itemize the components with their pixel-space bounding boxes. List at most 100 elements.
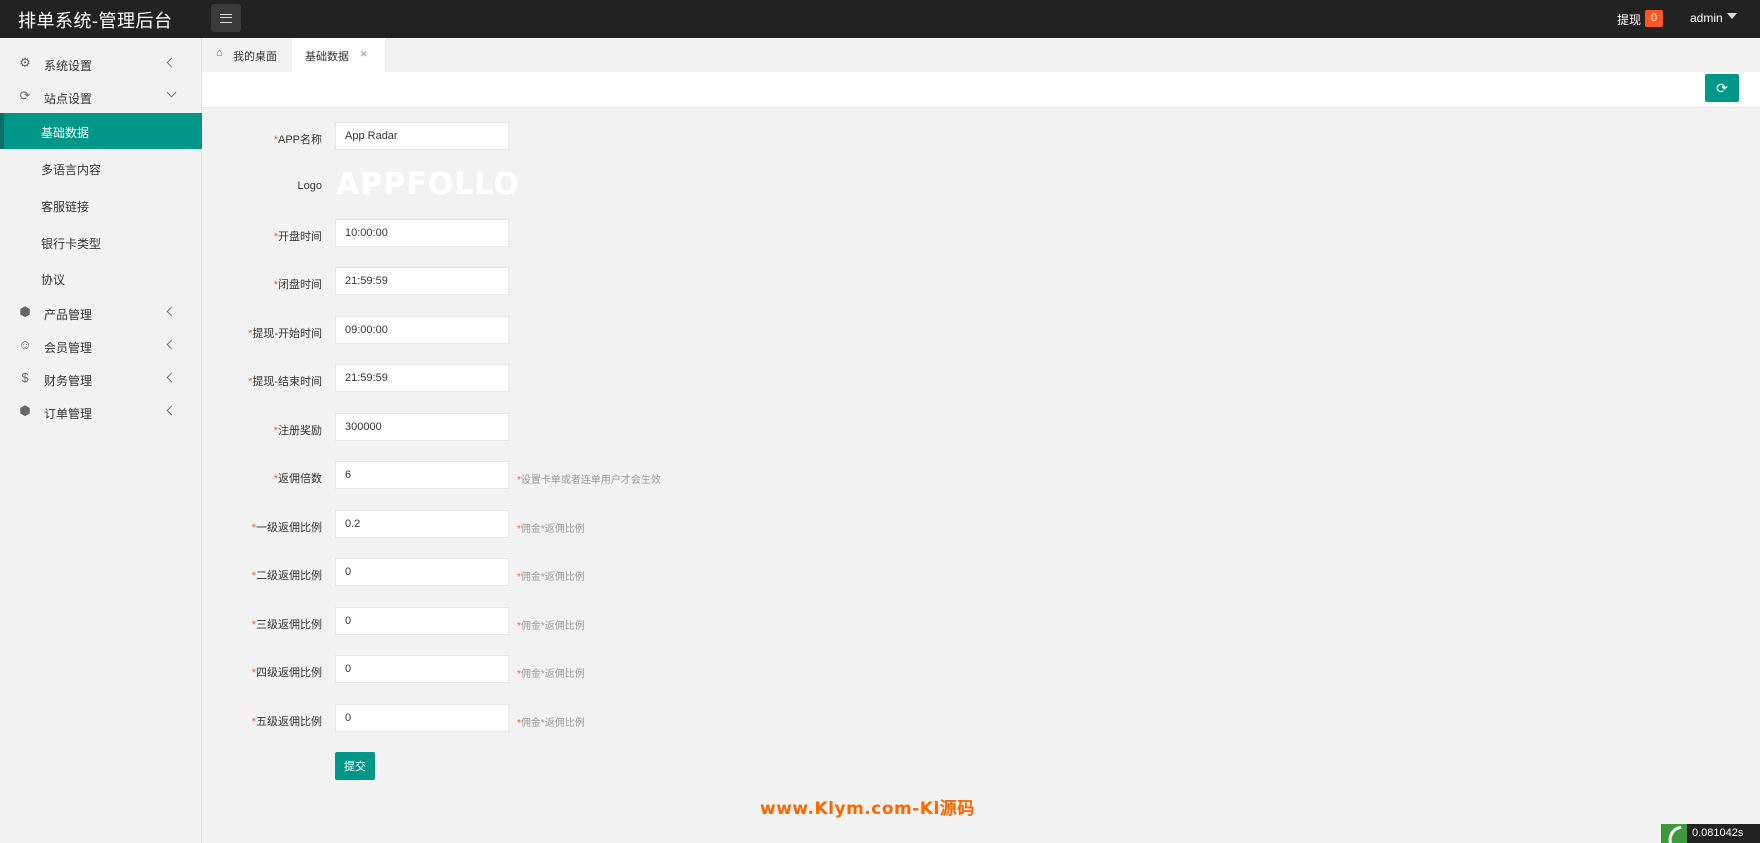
sidebar-item-finance[interactable]: $ 财务管理 xyxy=(0,363,202,395)
field-label: *提现-开始时间 xyxy=(248,328,322,340)
sidebar-subitem-service-link[interactable]: 客服链接 xyxy=(0,187,202,223)
debug-logo-icon xyxy=(1661,824,1687,843)
debug-timer: 0.081042s xyxy=(1661,824,1760,843)
refresh-icon: ⟳ xyxy=(1716,79,1728,96)
register-bonus-input[interactable] xyxy=(335,413,509,441)
sidebar-subitem-label: 多语言内容 xyxy=(41,163,102,177)
open-time-input[interactable] xyxy=(335,219,509,247)
form-row-level3-ratio: *三级返佣比例 *佣金*返佣比例 xyxy=(202,607,1102,637)
form-row-logo: Logo APPFOLLO xyxy=(202,167,1102,202)
sidebar-item-products[interactable]: ⬢ 产品管理 xyxy=(0,297,202,329)
form-row-open-time: *开盘时间 xyxy=(202,219,1102,249)
field-tip: *设置卡单或者连单用户才会生效 xyxy=(517,475,661,486)
sidebar-subitem-agreement[interactable]: 协议 xyxy=(0,260,202,296)
site-icon: ⟳ xyxy=(19,88,31,103)
sidebar-subitem-multilang[interactable]: 多语言内容 xyxy=(0,150,202,186)
field-label: *闭盘时间 xyxy=(273,279,322,291)
sidebar-item-label: 订单管理 xyxy=(44,407,93,421)
user-menu[interactable]: admin xyxy=(1690,11,1723,25)
box-icon: ⬢ xyxy=(19,403,31,418)
level5-ratio-input[interactable] xyxy=(335,704,509,732)
chevron-left-icon xyxy=(166,339,177,350)
field-label: *二级返佣比例 xyxy=(251,570,322,582)
app-name-input[interactable] xyxy=(335,122,509,150)
form-row-level4-ratio: *四级返佣比例 *佣金*返佣比例 xyxy=(202,655,1102,685)
tab-bar: ⌂ 我的桌面 基础数据 × xyxy=(202,38,1760,72)
level1-ratio-input[interactable] xyxy=(335,510,509,538)
watermark-text: www.Klym.com-Kl源码 xyxy=(760,799,975,819)
sidebar-item-label: 财务管理 xyxy=(44,374,93,388)
withdraw-link[interactable]: 提现 xyxy=(1617,11,1641,28)
submit-button[interactable]: 提交 xyxy=(335,752,375,780)
withdraw-start-input[interactable] xyxy=(335,316,509,344)
tab-label: 基础数据 xyxy=(305,51,349,63)
withdraw-end-input[interactable] xyxy=(335,364,509,392)
form-row-register-bonus: *注册奖励 xyxy=(202,413,1102,443)
field-label: *三级返佣比例 xyxy=(251,619,322,631)
sidebar-item-orders[interactable]: ⬢ 订单管理 xyxy=(0,396,202,428)
level3-ratio-input[interactable] xyxy=(335,607,509,635)
app-title: 排单系统-管理后台 xyxy=(18,11,173,31)
withdraw-count-badge: 0 xyxy=(1645,10,1663,27)
form-row-app-name: *APP名称 xyxy=(202,122,1102,152)
refresh-button[interactable]: ⟳ xyxy=(1705,74,1739,102)
tab-label: 我的桌面 xyxy=(233,51,277,63)
sidebar-item-members[interactable]: ☺ 会员管理 xyxy=(0,330,202,362)
sidebar: ⚙ 系统设置 ⟳ 站点设置 基础数据 多语言内容 客服链接 银行卡类型 协议 ⬢… xyxy=(0,38,202,843)
form-row-level2-ratio: *二级返佣比例 *佣金*返佣比例 xyxy=(202,558,1102,588)
top-header: 排单系统-管理后台 提现 0 admin xyxy=(0,0,1760,38)
chevron-left-icon xyxy=(166,372,177,383)
sidebar-item-site-settings[interactable]: ⟳ 站点设置 xyxy=(0,81,202,113)
chevron-down-icon xyxy=(166,87,177,98)
close-time-input[interactable] xyxy=(335,267,509,295)
menu-toggle-button[interactable] xyxy=(211,4,241,32)
field-label: Logo xyxy=(297,180,322,192)
chevron-left-icon xyxy=(166,405,177,416)
menu-icon xyxy=(220,13,232,23)
form-row-commission-multiple: *返佣倍数 *设置卡单或者连单用户才会生效 xyxy=(202,461,1102,491)
user-icon: ☺ xyxy=(18,337,32,352)
sidebar-subitem-label: 客服链接 xyxy=(41,200,90,214)
timer-value: 0.081042s xyxy=(1687,824,1760,843)
caret-down-icon[interactable] xyxy=(1727,13,1737,19)
dollar-icon: $ xyxy=(21,370,29,385)
chevron-left-icon xyxy=(166,57,177,68)
content-toolbar: ⟳ xyxy=(202,72,1760,108)
sidebar-item-label: 会员管理 xyxy=(44,341,93,355)
field-label: *注册奖励 xyxy=(273,425,322,437)
form-row-level5-ratio: *五级返佣比例 *佣金*返佣比例 xyxy=(202,704,1102,734)
level4-ratio-input[interactable] xyxy=(335,655,509,683)
tab-my-desktop[interactable]: ⌂ 我的桌面 xyxy=(202,38,290,72)
logo-image[interactable]: APPFOLLO xyxy=(336,167,520,202)
sidebar-subitem-basic-data[interactable]: 基础数据 xyxy=(0,113,202,149)
commission-multiple-input[interactable] xyxy=(335,461,509,489)
box-icon: ⬢ xyxy=(19,304,31,319)
sidebar-item-label: 系统设置 xyxy=(44,59,93,73)
field-tip: *佣金*返佣比例 xyxy=(517,572,585,583)
gear-icon: ⚙ xyxy=(19,55,31,70)
field-tip: *佣金*返佣比例 xyxy=(517,621,585,632)
sidebar-subitem-bankcard-type[interactable]: 银行卡类型 xyxy=(0,224,202,260)
field-label: *返佣倍数 xyxy=(273,473,322,485)
form-row-close-time: *闭盘时间 xyxy=(202,267,1102,297)
form-row-withdraw-start: *提现-开始时间 xyxy=(202,316,1102,346)
field-label: *四级返佣比例 xyxy=(251,667,322,679)
form-row-withdraw-end: *提现-结束时间 xyxy=(202,364,1102,394)
sidebar-subitem-label: 银行卡类型 xyxy=(41,237,102,251)
close-icon[interactable]: × xyxy=(360,47,368,60)
form-row-level1-ratio: *一级返佣比例 *佣金*返佣比例 xyxy=(202,510,1102,540)
chevron-left-icon xyxy=(166,306,177,317)
field-label: *开盘时间 xyxy=(273,231,322,243)
home-icon: ⌂ xyxy=(216,47,223,59)
field-label: *一级返佣比例 xyxy=(251,522,322,534)
field-tip: *佣金*返佣比例 xyxy=(517,669,585,680)
sidebar-item-system-settings[interactable]: ⚙ 系统设置 xyxy=(0,48,202,80)
sidebar-subitem-label: 基础数据 xyxy=(41,126,90,140)
field-label: *提现-结束时间 xyxy=(248,376,322,388)
sidebar-subitem-label: 协议 xyxy=(41,273,66,287)
level2-ratio-input[interactable] xyxy=(335,558,509,586)
tab-basic-data[interactable]: 基础数据 × xyxy=(292,38,385,72)
sidebar-item-label: 站点设置 xyxy=(44,92,93,106)
field-tip: *佣金*返佣比例 xyxy=(517,524,585,535)
field-label: *APP名称 xyxy=(273,134,322,146)
